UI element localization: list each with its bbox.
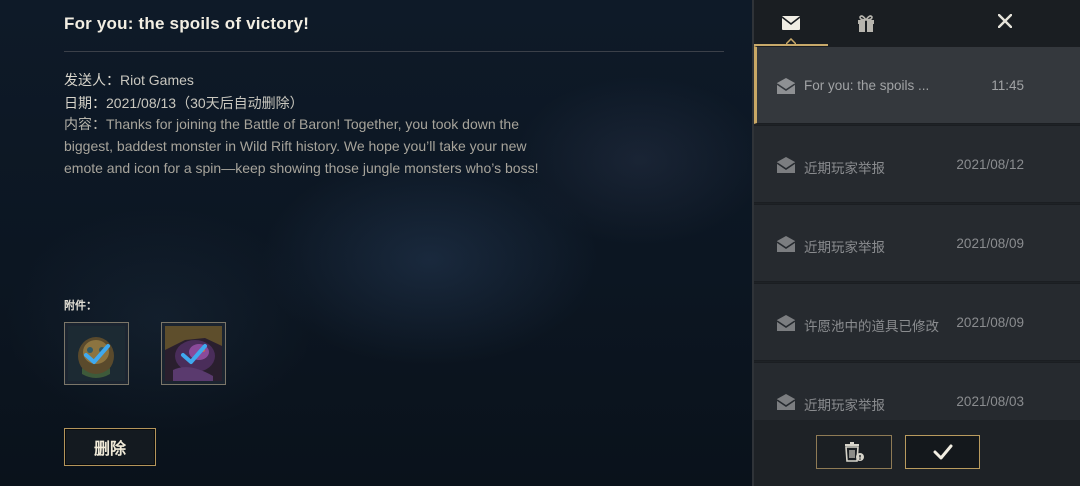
- close-icon: [998, 14, 1012, 28]
- title-divider: [64, 51, 724, 52]
- attachment-icon[interactable]: [161, 322, 226, 385]
- checkmark-icon: [933, 444, 952, 460]
- trash-icon: [845, 442, 864, 462]
- mail-icon: [781, 16, 801, 30]
- mail-list-item[interactable]: For you: the spoils ... 11:45: [754, 46, 1080, 124]
- envelope-icon: [776, 315, 796, 331]
- mail-title: For you: the spoils of victory!: [64, 14, 310, 33]
- attachments-label: 附件：: [64, 300, 97, 312]
- mail-date: 日期：2021/08/13（30天后自动删除）: [64, 93, 304, 113]
- close-button[interactable]: [990, 6, 1020, 36]
- mail-time: 2021/08/03: [956, 394, 1024, 409]
- mail-list-panel: For you: the spoils ... 11:45 近期玩家举报 202…: [752, 0, 1080, 486]
- sender-label: 发送人：: [64, 72, 120, 88]
- mail-time: 2021/08/09: [956, 315, 1024, 330]
- mail-time: 2021/08/12: [956, 157, 1024, 172]
- delete-read-button[interactable]: [816, 435, 892, 469]
- delete-mail-button[interactable]: 删除: [64, 428, 156, 466]
- attachment-emote[interactable]: [64, 322, 129, 385]
- mail-subject: 近期玩家举报: [804, 398, 885, 413]
- mail-list-item[interactable]: 近期玩家举报 2021/08/12: [754, 125, 1080, 203]
- mail-sender: 发送人：Riot Games: [64, 70, 194, 90]
- mail-list[interactable]: For you: the spoils ... 11:45 近期玩家举报 202…: [754, 46, 1080, 420]
- content-body: Thanks for joining the Battle of Baron! …: [64, 116, 539, 176]
- mail-time: 2021/08/09: [956, 236, 1024, 251]
- mail-list-item[interactable]: 近期玩家举报 2021/08/09: [754, 204, 1080, 282]
- date-value: 2021/08/13（30天后自动删除）: [106, 95, 304, 111]
- envelope-icon: [776, 236, 796, 252]
- mail-subject: For you: the spoils ...: [804, 78, 930, 93]
- envelope-icon: [776, 78, 796, 94]
- envelope-icon: [776, 157, 796, 173]
- claimed-check-icon: [180, 343, 207, 364]
- mail-subject: 近期玩家举报: [804, 240, 885, 255]
- mail-subject: 许愿池中的道具已修改: [804, 319, 939, 334]
- mail-detail-pane: For you: the spoils of victory! 发送人：Riot…: [0, 0, 752, 486]
- tab-mail[interactable]: [754, 0, 828, 46]
- claim-all-button[interactable]: [905, 435, 980, 469]
- content-label: 内容：: [64, 116, 106, 132]
- claimed-check-icon: [83, 343, 110, 364]
- mail-time: 11:45: [991, 78, 1024, 93]
- panel-tabbar: [754, 0, 1080, 46]
- tab-gift[interactable]: [846, 0, 886, 46]
- mail-list-item[interactable]: 近期玩家举报 2021/08/03: [754, 362, 1080, 420]
- mail-subject: 近期玩家举报: [804, 161, 885, 176]
- sender-value: Riot Games: [120, 72, 194, 88]
- panel-action-bar: [754, 420, 1080, 486]
- mail-list-item[interactable]: 许愿池中的道具已修改 2021/08/09: [754, 283, 1080, 361]
- date-label: 日期：: [64, 95, 106, 111]
- gift-icon: [858, 15, 874, 32]
- mail-content: 内容：Thanks for joining the Battle of Baro…: [64, 113, 554, 179]
- envelope-icon: [776, 394, 796, 410]
